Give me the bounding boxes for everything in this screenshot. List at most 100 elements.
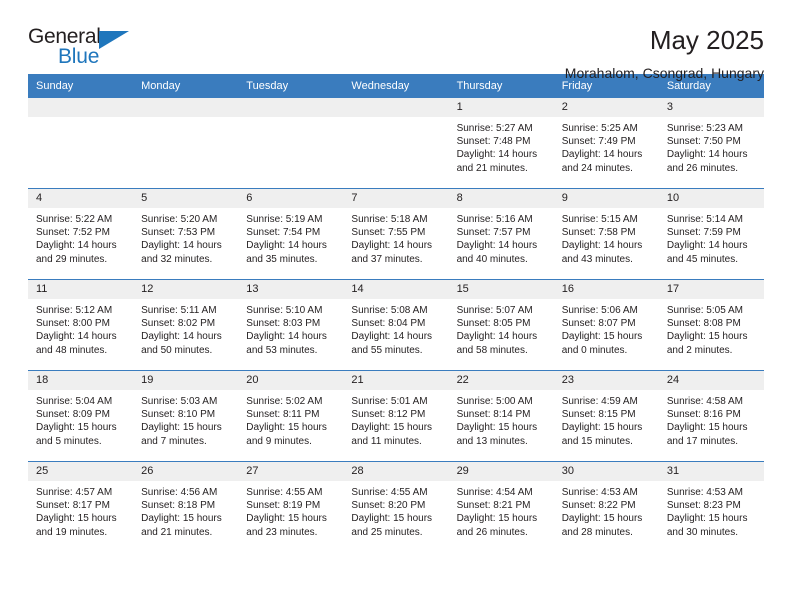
- day-sunrise-text: Sunrise: 5:15 AM: [561, 214, 638, 225]
- day-number: 21: [343, 371, 449, 390]
- day-daylight-line1-text: Daylight: 15 hours: [456, 513, 538, 525]
- day-number: 5: [133, 189, 239, 208]
- day-number: 3: [658, 98, 764, 117]
- day-daylight-line1-text: Daylight: 14 hours: [36, 331, 117, 343]
- calendar-day-cell[interactable]: 5 Sunrise: 5:20 AM Sunset: 7:53 PM Daylight…: [133, 188, 239, 280]
- day-daylight-line1-text: Daylight: 15 hours: [246, 422, 327, 434]
- day-sunrise-text: Sunrise: 5:02 AM: [246, 396, 323, 407]
- calendar-day-cell[interactable]: 21 Sunrise: 5:01 AM Sunset: 8:12 PM Dayligh…: [343, 370, 449, 462]
- calendar-day-cell[interactable]: 17 Sunrise: 5:05 AM Sunset: 8:08 PM Dayligh…: [658, 279, 764, 371]
- calendar-day-cell[interactable]: 29 Sunrise: 4:54 AM Sunset: 8:21 PM Dayligh…: [448, 461, 554, 552]
- day-daylight-line2-text: and 40 minutes.: [456, 253, 528, 265]
- day-sunset-text: Sunset: 8:08 PM: [666, 318, 741, 330]
- day-number: 8: [448, 189, 554, 208]
- calendar-day-cell[interactable]: 31 Sunrise: 4:53 AM Sunset: 8:23 PM Dayligh…: [658, 461, 764, 552]
- day-daylight-line1-text: Daylight: 14 hours: [561, 240, 643, 252]
- day-daylight-line2-text: and 26 minutes.: [666, 162, 739, 174]
- day-sunrise-text: Sunrise: 5:04 AM: [36, 396, 113, 407]
- calendar-day-cell[interactable]: 23 Sunrise: 4:59 AM Sunset: 8:15 PM Dayligh…: [553, 370, 659, 462]
- calendar-day-cell[interactable]: 7 Sunrise: 5:18 AM Sunset: 7:55 PM Daylight…: [343, 188, 449, 280]
- day-daylight-line2-text: and 11 minutes.: [351, 435, 422, 447]
- day-number: 25: [28, 462, 134, 481]
- day-daylight-line2-text: and 21 minutes.: [141, 526, 213, 538]
- calendar-day-cell[interactable]: 25 Sunrise: 4:57 AM Sunset: 8:17 PM Dayligh…: [28, 461, 134, 552]
- calendar-day-cell[interactable]: 10 Sunrise: 5:14 AM Sunset: 7:59 PM Dayligh…: [658, 188, 764, 280]
- day-daylight-line1-text: Daylight: 15 hours: [666, 422, 748, 434]
- day-daylight-line2-text: and 26 minutes.: [456, 526, 528, 538]
- calendar-day-cell[interactable]: 12 Sunrise: 5:11 AM Sunset: 8:02 PM Dayligh…: [133, 279, 239, 371]
- day-daylight-line1-text: Daylight: 15 hours: [561, 513, 643, 525]
- day-sun-info: Sunrise: 4:56 AM Sunset: 8:18 PM Daylight:…: [133, 481, 238, 539]
- day-number: 12: [133, 280, 239, 299]
- day-sun-info: Sunrise: 5:18 AM Sunset: 7:55 PM Daylight:…: [343, 208, 448, 266]
- day-daylight-line1-text: Daylight: 14 hours: [456, 149, 538, 161]
- calendar-week-row: 4 Sunrise: 5:22 AM Sunset: 7:52 PM Daylight…: [28, 188, 764, 280]
- calendar-day-cell[interactable]: 30 Sunrise: 4:53 AM Sunset: 8:22 PM Dayligh…: [553, 461, 659, 552]
- calendar-day-cell[interactable]: 24 Sunrise: 4:58 AM Sunset: 8:16 PM Dayligh…: [658, 370, 764, 462]
- day-sun-info: Sunrise: 5:11 AM Sunset: 8:02 PM Daylight:…: [133, 299, 238, 357]
- calendar-day-cell[interactable]: 8 Sunrise: 5:16 AM Sunset: 7:57 PM Daylight…: [448, 188, 554, 280]
- calendar-day-cell[interactable]: 20 Sunrise: 5:02 AM Sunset: 8:11 PM Dayligh…: [238, 370, 344, 462]
- day-sun-info: Sunrise: 5:07 AM Sunset: 8:05 PM Daylight:…: [449, 299, 554, 357]
- calendar-day-cell[interactable]: 11 Sunrise: 5:12 AM Sunset: 8:00 PM Dayligh…: [28, 279, 134, 371]
- day-number: [343, 98, 449, 117]
- calendar-day-cell[interactable]: 27 Sunrise: 4:55 AM Sunset: 8:19 PM Dayligh…: [238, 461, 344, 552]
- day-sunset-text: Sunset: 8:10 PM: [141, 409, 216, 421]
- day-daylight-line2-text: and 0 minutes.: [561, 344, 628, 356]
- calendar-day-cell[interactable]: 18 Sunrise: 5:04 AM Sunset: 8:09 PM Dayligh…: [28, 370, 134, 462]
- day-daylight-line2-text: and 17 minutes.: [666, 435, 739, 447]
- calendar-day-cell[interactable]: 3 Sunrise: 5:23 AM Sunset: 7:50 PM Daylight…: [658, 98, 764, 189]
- day-number: 11: [28, 280, 134, 299]
- day-sun-info: Sunrise: 5:02 AM Sunset: 8:11 PM Daylight:…: [238, 390, 343, 448]
- day-daylight-line1-text: Daylight: 15 hours: [351, 422, 433, 434]
- calendar-day-cell[interactable]: 19 Sunrise: 5:03 AM Sunset: 8:10 PM Dayligh…: [133, 370, 239, 462]
- calendar-day-cell[interactable]: 26 Sunrise: 4:56 AM Sunset: 8:18 PM Dayligh…: [133, 461, 239, 552]
- day-daylight-line1-text: Daylight: 14 hours: [561, 149, 643, 161]
- day-number: 27: [238, 462, 344, 481]
- calendar-day-cell[interactable]: 16 Sunrise: 5:06 AM Sunset: 8:07 PM Dayligh…: [553, 279, 659, 371]
- day-number: 24: [658, 371, 764, 390]
- day-daylight-line2-text: and 43 minutes.: [561, 253, 633, 265]
- day-daylight-line2-text: and 9 minutes.: [246, 435, 312, 447]
- calendar-day-cell[interactable]: 1 Sunrise: 5:27 AM Sunset: 7:48 PM Daylight…: [448, 98, 554, 189]
- day-sun-info: Sunrise: 4:55 AM Sunset: 8:20 PM Daylight:…: [343, 481, 448, 539]
- day-daylight-line1-text: Daylight: 15 hours: [36, 422, 117, 434]
- day-sunset-text: Sunset: 7:50 PM: [666, 136, 741, 148]
- day-number: 13: [238, 280, 344, 299]
- calendar-day-cell[interactable]: 6 Sunrise: 5:19 AM Sunset: 7:54 PM Daylight…: [238, 188, 344, 280]
- day-daylight-line1-text: Daylight: 15 hours: [141, 513, 222, 525]
- day-sunrise-text: Sunrise: 5:14 AM: [666, 214, 743, 225]
- day-daylight-line2-text: and 24 minutes.: [561, 162, 633, 174]
- day-sunset-text: Sunset: 8:16 PM: [666, 409, 741, 421]
- day-sun-info: Sunrise: 5:10 AM Sunset: 8:03 PM Daylight:…: [238, 299, 343, 357]
- day-sunset-text: Sunset: 8:03 PM: [246, 318, 321, 330]
- day-sun-info: Sunrise: 5:25 AM Sunset: 7:49 PM Daylight:…: [554, 117, 659, 175]
- calendar-day-cell[interactable]: 4 Sunrise: 5:22 AM Sunset: 7:52 PM Daylight…: [28, 188, 134, 280]
- day-sunrise-text: Sunrise: 5:01 AM: [351, 396, 428, 407]
- day-sun-info: Sunrise: 5:06 AM Sunset: 8:07 PM Daylight:…: [554, 299, 659, 357]
- calendar-day-cell[interactable]: 13 Sunrise: 5:10 AM Sunset: 8:03 PM Dayligh…: [238, 279, 344, 371]
- day-daylight-line1-text: Daylight: 14 hours: [456, 331, 538, 343]
- day-sun-info: Sunrise: 5:14 AM Sunset: 7:59 PM Daylight:…: [659, 208, 764, 266]
- day-sunset-text: Sunset: 8:05 PM: [456, 318, 531, 330]
- day-number: 2: [553, 98, 659, 117]
- day-daylight-line1-text: Daylight: 14 hours: [36, 240, 117, 252]
- weekday-header-monday: Monday: [133, 74, 239, 98]
- calendar-day-cell[interactable]: 9 Sunrise: 5:15 AM Sunset: 7:58 PM Daylight…: [553, 188, 659, 280]
- calendar-day-cell[interactable]: 14 Sunrise: 5:08 AM Sunset: 8:04 PM Dayligh…: [343, 279, 449, 371]
- day-daylight-line1-text: Daylight: 14 hours: [351, 240, 433, 252]
- calendar-day-cell[interactable]: 28 Sunrise: 4:55 AM Sunset: 8:20 PM Dayligh…: [343, 461, 449, 552]
- day-sunrise-text: Sunrise: 5:20 AM: [141, 214, 218, 225]
- day-daylight-line2-text: and 13 minutes.: [456, 435, 528, 447]
- day-sunrise-text: Sunrise: 5:25 AM: [561, 123, 638, 134]
- day-number: 17: [658, 280, 764, 299]
- calendar-day-cell[interactable]: 22 Sunrise: 5:00 AM Sunset: 8:14 PM Dayligh…: [448, 370, 554, 462]
- calendar-day-cell[interactable]: 2 Sunrise: 5:25 AM Sunset: 7:49 PM Daylight…: [553, 98, 659, 189]
- day-sunrise-text: Sunrise: 4:53 AM: [561, 487, 638, 498]
- page-subtitle: Morahalom, Csongrad, Hungary: [564, 64, 764, 81]
- day-number: 16: [553, 280, 659, 299]
- calendar-day-cell[interactable]: 15 Sunrise: 5:07 AM Sunset: 8:05 PM Dayligh…: [448, 279, 554, 371]
- day-sunrise-text: Sunrise: 5:12 AM: [36, 305, 113, 316]
- general-blue-logo[interactable]: General Blue: [28, 26, 148, 72]
- day-sunrise-text: Sunrise: 5:07 AM: [456, 305, 533, 316]
